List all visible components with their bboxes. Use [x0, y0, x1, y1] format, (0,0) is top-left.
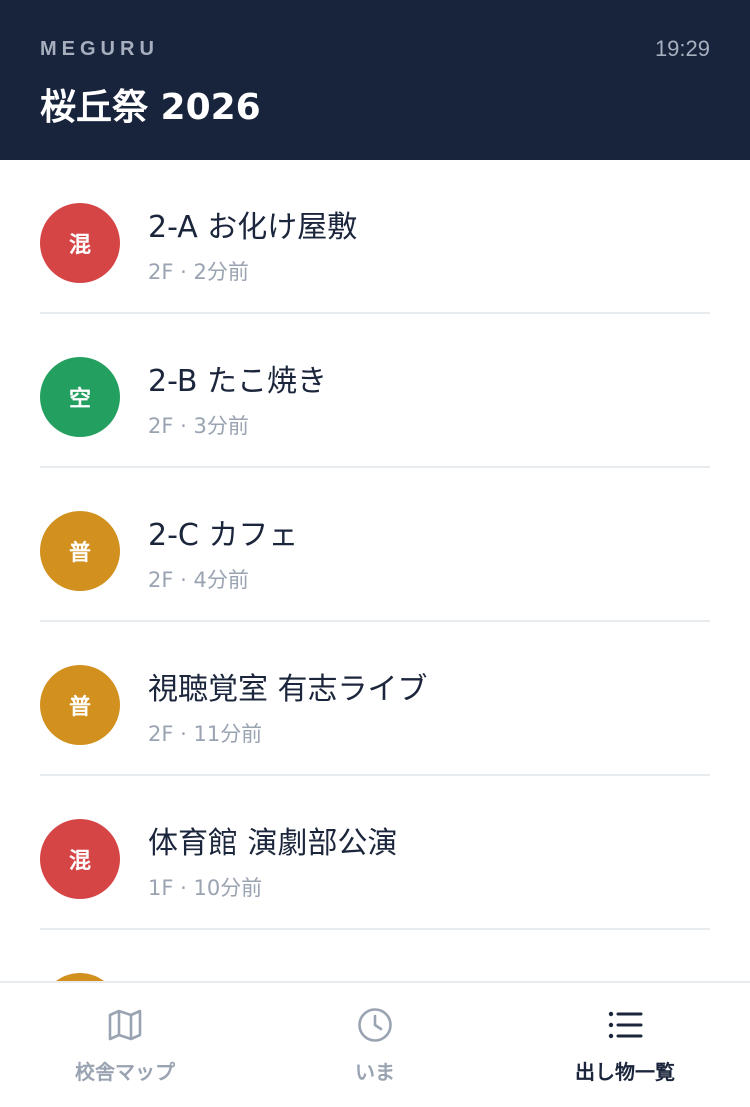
status-badge: 混 [40, 819, 120, 899]
exhibit-meta: 1F · 10分前 [148, 876, 263, 900]
exhibit-name: 体育館 演劇部公演 [148, 826, 398, 861]
list-item[interactable]: 空 2-B たこ焼き 2F · 3分前 [40, 314, 710, 468]
map-icon [108, 1009, 142, 1041]
tab-campus-map[interactable]: 校舎マップ [0, 983, 250, 1107]
tab-label: いま [355, 1060, 395, 1084]
exhibit-list: 混 2-A お化け屋敷 2F · 2分前 空 2-B たこ焼き 2F · 3分前… [0, 160, 750, 981]
status-badge: 混 [40, 203, 120, 283]
exhibit-name: 2-C カフェ [148, 518, 299, 553]
exhibit-meta: 2F · 2分前 [148, 260, 249, 284]
exhibit-meta: 2F · 11分前 [148, 722, 263, 746]
exhibit-name: 視聴覚室 有志ライブ [148, 672, 428, 707]
list-item[interactable]: 普 視聴覚室 有志ライブ 2F · 11分前 [40, 622, 710, 776]
tab-label: 出し物一覧 [575, 1060, 675, 1084]
exhibit-meta: 2F · 4分前 [148, 568, 249, 592]
status-badge: 空 [40, 357, 120, 437]
list-icon [608, 1011, 643, 1039]
clock-icon [358, 1008, 392, 1042]
exhibit-name: 2-B たこ焼き [148, 364, 327, 399]
exhibit-meta: 2F · 3分前 [148, 414, 249, 438]
brand-label: MEGURU [40, 38, 159, 60]
tab-label: 校舎マップ [75, 1060, 175, 1084]
page-title: 桜丘祭 2026 [40, 87, 261, 128]
list-item[interactable]: 混 2-A お化け屋敷 2F · 2分前 [40, 160, 710, 314]
tab-now[interactable]: いま [250, 983, 500, 1107]
tab-exhibit-list[interactable]: 出し物一覧 [500, 983, 750, 1107]
list-item[interactable]: 普 [40, 930, 710, 981]
exhibit-name: 2-A お化け屋敷 [148, 210, 358, 245]
status-badge: 普 [40, 511, 120, 591]
list-item[interactable]: 混 体育館 演劇部公演 1F · 10分前 [40, 776, 710, 930]
bottom-tab-bar: 校舎マップ いま 出し物一覧 [0, 981, 750, 1107]
list-item[interactable]: 普 2-C カフェ 2F · 4分前 [40, 468, 710, 622]
status-badge: 普 [40, 973, 120, 981]
status-badge: 普 [40, 665, 120, 745]
app-header: MEGURU 19:29 桜丘祭 2026 [0, 0, 750, 160]
current-time: 19:29 [654, 36, 710, 61]
